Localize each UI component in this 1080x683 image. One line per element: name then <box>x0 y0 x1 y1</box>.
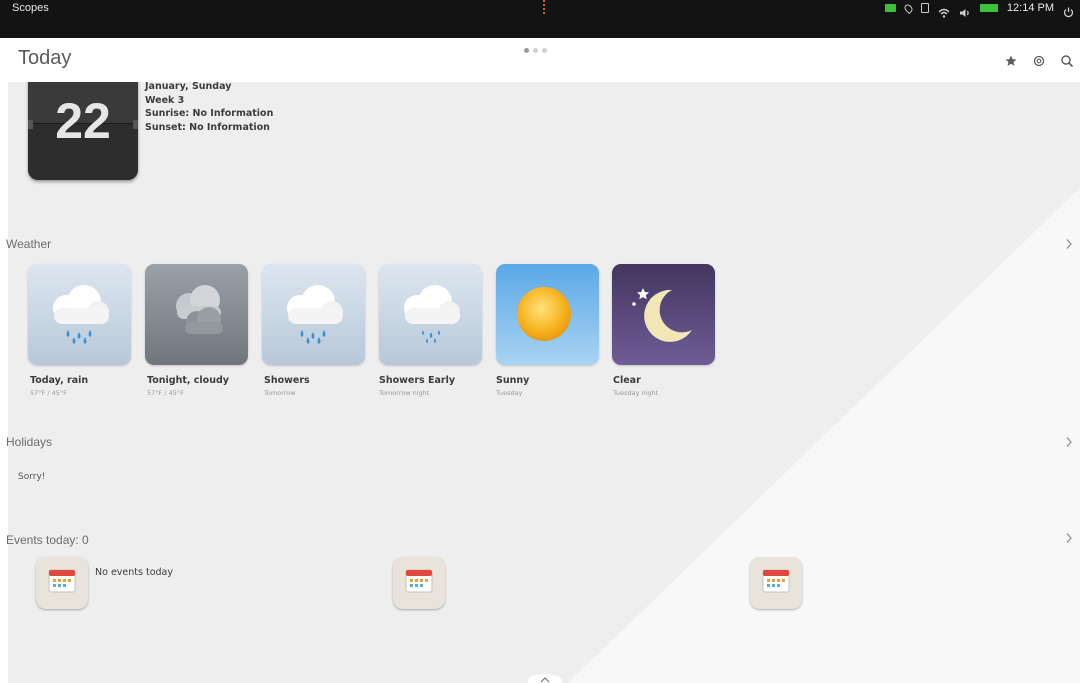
events-message: No events today <box>95 567 173 578</box>
pager-dot[interactable] <box>524 48 529 53</box>
weather-name: Clear <box>613 375 641 386</box>
weather-section-label[interactable]: Weather <box>6 237 51 251</box>
holidays-section-label[interactable]: Holidays <box>6 435 52 449</box>
holidays-message: Sorry! <box>18 472 46 482</box>
search-icon[interactable] <box>1060 53 1074 68</box>
calendar-app-icon[interactable] <box>393 557 445 609</box>
message-icon[interactable] <box>884 4 896 12</box>
sim-icon[interactable] <box>920 3 929 13</box>
star-icon[interactable] <box>1004 53 1018 67</box>
weather-name: Sunny <box>496 375 530 386</box>
weather-tile-showers[interactable] <box>262 264 365 365</box>
weather-tile-tonight[interactable] <box>145 264 248 365</box>
holidays-chevron-icon[interactable] <box>1064 436 1074 448</box>
cloudy-icon <box>176 285 223 334</box>
date-sunset: Sunset: No Information <box>145 121 270 133</box>
date-info: January, Sunday Week 3 Sunrise: No Infor… <box>145 80 273 134</box>
power-icon[interactable] <box>1063 3 1074 17</box>
weather-detail: Tuesday night <box>613 389 659 397</box>
showers-early-icon <box>404 285 460 343</box>
pager-dot[interactable] <box>533 48 538 53</box>
weather-tile-clear[interactable] <box>612 264 715 365</box>
volume-icon[interactable] <box>959 3 971 17</box>
pager-dot[interactable] <box>542 48 547 53</box>
weather-detail: 57°F / 45°F <box>30 389 67 397</box>
wifi-icon[interactable] <box>938 3 950 18</box>
page-title: Today <box>18 47 72 69</box>
weather-name: Today, rain <box>30 375 89 386</box>
weather-name: Showers Early <box>379 375 456 386</box>
rain-cloud-icon <box>53 285 109 344</box>
date-month-weekday: January, Sunday <box>145 81 232 92</box>
battery-icon[interactable] <box>979 4 998 12</box>
weather-tile-sunny[interactable] <box>496 264 599 365</box>
calendar-day-icon[interactable]: 22 <box>28 70 138 180</box>
weather-tile-showers-early[interactable] <box>379 264 482 365</box>
showers-icon <box>287 285 343 344</box>
events-section-label[interactable]: Events today: 0 <box>6 533 89 547</box>
calendar-day-number: 22 <box>55 93 111 149</box>
status-time[interactable]: 12:14 PM <box>1007 2 1054 14</box>
calendar-app-icon[interactable] <box>36 557 88 609</box>
bottom-edge-handle[interactable] <box>528 674 562 683</box>
weather-detail: 57°F / 45°F <box>147 389 184 397</box>
weather-detail: Tomorrow <box>264 389 296 397</box>
status-app-name: Scopes <box>12 2 49 14</box>
moon-icon <box>632 288 692 342</box>
weather-chevron-icon[interactable] <box>1064 238 1074 250</box>
sun-icon <box>517 287 571 341</box>
date-week: Week 3 <box>145 94 185 106</box>
status-bar: Scopes 12:14 PM <box>0 0 1080 38</box>
settings-icon[interactable] <box>1032 53 1046 67</box>
date-sunrise: Sunrise: No Information <box>145 108 274 119</box>
weather-tile-today[interactable] <box>28 264 131 365</box>
calendar-app-icon[interactable] <box>750 557 802 609</box>
weather-name: Showers <box>264 375 310 386</box>
chevron-up-icon <box>540 677 550 683</box>
scope-header: Today <box>8 38 1080 82</box>
header-actions <box>1004 53 1074 68</box>
notification-marker <box>543 0 545 14</box>
status-indicators[interactable]: 12:14 PM <box>884 1 1074 18</box>
weather-detail: Tuesday <box>496 389 523 397</box>
weather-name: Tonight, cloudy <box>147 375 229 386</box>
location-icon[interactable] <box>902 2 915 14</box>
weather-detail: Tomorrow night <box>379 389 430 397</box>
scope-pager[interactable] <box>524 48 547 53</box>
events-chevron-icon[interactable] <box>1064 532 1074 544</box>
